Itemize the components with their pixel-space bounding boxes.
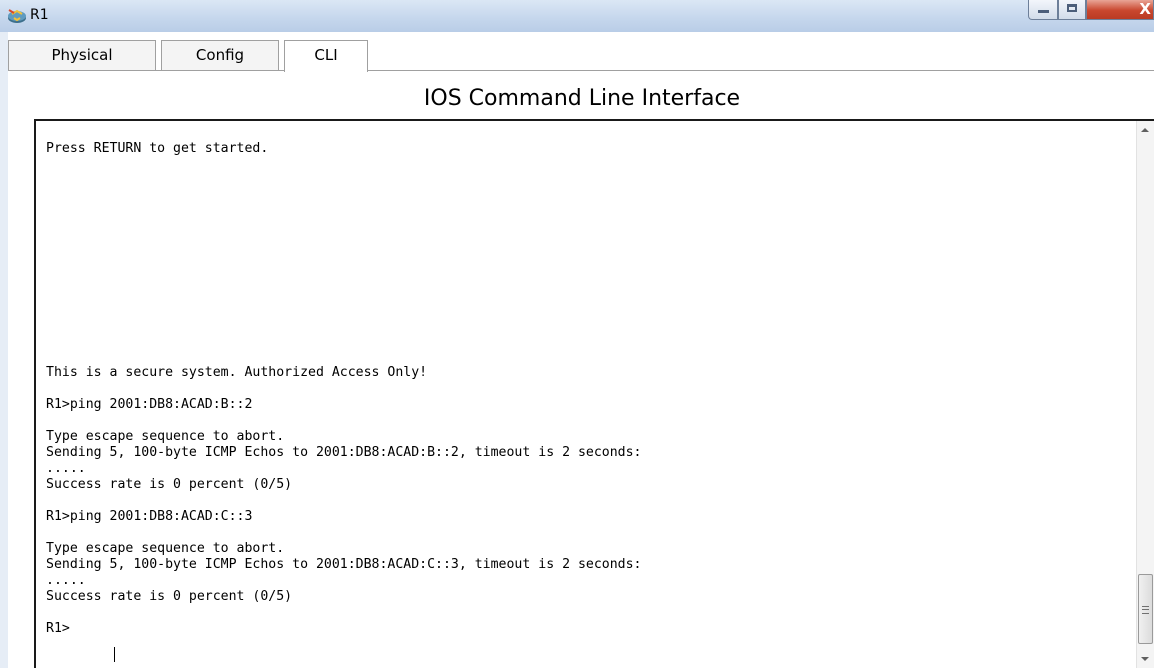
terminal-line: R1>ping 2001:DB8:ACAD:B::2 xyxy=(46,397,253,412)
tab-physical[interactable]: Physical xyxy=(8,40,156,70)
scroll-up-button[interactable] xyxy=(1137,121,1154,138)
cli-terminal[interactable]: Press RETURN to get started. This is a s… xyxy=(34,119,1154,668)
terminal-line: Sending 5, 100-byte ICMP Echos to 2001:D… xyxy=(46,557,642,572)
window-title: R1 xyxy=(30,7,49,23)
terminal-line: Success rate is 0 percent (0/5) xyxy=(46,477,293,492)
scroll-down-button[interactable] xyxy=(1137,651,1154,668)
terminal-line: Type escape sequence to abort. xyxy=(46,541,285,556)
arrow-up-icon xyxy=(1141,128,1149,132)
window-titlebar[interactable]: R1 X xyxy=(0,0,1154,32)
cli-heading: IOS Command Line Interface xyxy=(423,86,741,111)
terminal-line: Press RETURN to get started. xyxy=(46,141,269,156)
terminal-line: Type escape sequence to abort. xyxy=(46,429,285,444)
terminal-line: R1>ping 2001:DB8:ACAD:C::3 xyxy=(46,509,253,524)
tab-cli[interactable]: CLI xyxy=(284,40,368,72)
minimize-icon xyxy=(1038,10,1049,13)
close-icon: X xyxy=(1139,0,1151,18)
tab-config[interactable]: Config xyxy=(161,40,279,70)
arrow-down-icon xyxy=(1141,657,1149,661)
terminal-line: R1> xyxy=(46,621,70,636)
maximize-icon xyxy=(1067,4,1077,12)
scroll-thumb[interactable] xyxy=(1138,574,1153,644)
close-button[interactable]: X xyxy=(1086,0,1154,20)
tab-divider xyxy=(8,70,1154,71)
text-cursor xyxy=(114,647,115,662)
active-tab-gap xyxy=(285,69,367,72)
maximize-button[interactable] xyxy=(1058,0,1086,20)
terminal-line: Sending 5, 100-byte ICMP Echos to 2001:D… xyxy=(46,445,642,460)
router-icon xyxy=(8,9,26,23)
grip-icon xyxy=(1142,606,1149,614)
terminal-line: Success rate is 0 percent (0/5) xyxy=(46,589,293,604)
vertical-scrollbar[interactable] xyxy=(1136,121,1154,668)
terminal-line: This is a secure system. Authorized Acce… xyxy=(46,365,428,380)
minimize-button[interactable] xyxy=(1028,0,1058,20)
terminal-line: ..... xyxy=(46,461,86,476)
terminal-line: ..... xyxy=(46,573,86,588)
terminal-output: Press RETURN to get started. This is a s… xyxy=(46,141,641,637)
